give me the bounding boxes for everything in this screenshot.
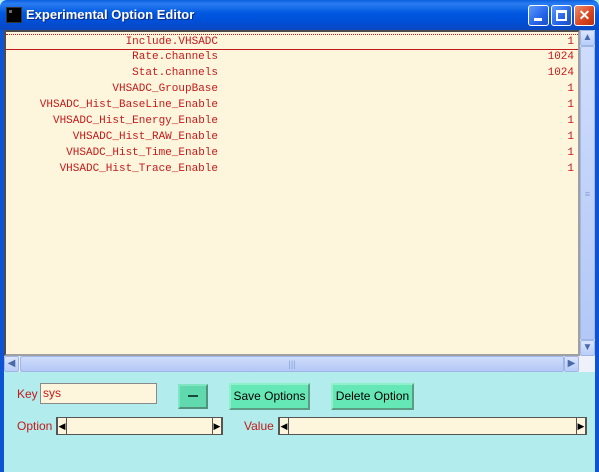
option-combo[interactable]: ◀ ▶: [56, 417, 223, 435]
option-right-arrow[interactable]: ▶: [212, 418, 222, 434]
option-key: VHSADC_Hist_Time_Enable: [66, 147, 218, 159]
option-left-arrow[interactable]: ◀: [57, 418, 67, 434]
list-item[interactable]: VHSADC_Hist_Time_Enable 1: [6, 146, 578, 162]
option-value: 1: [567, 115, 574, 127]
close-icon: ✕: [578, 7, 591, 23]
chevron-down-icon: ▼: [582, 342, 593, 353]
scroll-left-button[interactable]: ◀: [4, 356, 19, 372]
option-value: 1: [567, 147, 574, 159]
vertical-scroll-thumb[interactable]: ≡: [580, 46, 595, 340]
delete-option-button[interactable]: Delete Option: [331, 383, 414, 410]
chevron-right-icon: ▶: [577, 421, 585, 431]
option-key: Rate.channels: [132, 51, 218, 63]
option-key: Stat.channels: [132, 67, 218, 79]
horizontal-scrollbar[interactable]: ◀ ||| ▶: [4, 356, 580, 372]
window-title: Experimental Option Editor: [26, 7, 195, 22]
list-item[interactable]: VHSADC_Hist_BaseLine_Enable 1: [6, 98, 578, 114]
list-item[interactable]: Rate.channels 1024: [6, 50, 578, 66]
minimize-icon: [534, 18, 542, 21]
option-value: 1024: [547, 67, 574, 79]
window-frame-right: [595, 30, 599, 472]
list-item[interactable]: Include.VHSADC 1: [6, 34, 578, 50]
list-item[interactable]: VHSADC_GroupBase 1: [6, 82, 578, 98]
list-item[interactable]: VHSADC_Hist_Trace_Enable 1: [6, 162, 578, 178]
chevron-right-icon: ▶: [567, 358, 576, 369]
key-label: Key: [17, 387, 38, 401]
option-value: 1: [567, 83, 574, 95]
key-input[interactable]: sys: [40, 383, 157, 404]
chevron-right-icon: ▶: [213, 421, 221, 431]
chevron-up-icon: ▲: [582, 32, 593, 43]
option-key: VHSADC_GroupBase: [112, 83, 218, 95]
grip-icon: |||: [288, 359, 296, 369]
option-value: 1: [567, 163, 574, 175]
scroll-down-button[interactable]: ▼: [580, 340, 595, 356]
minimize-button[interactable]: [528, 5, 549, 26]
scroll-corner: [580, 356, 595, 372]
scroll-up-button[interactable]: ▲: [580, 30, 595, 46]
list-item[interactable]: Stat.channels 1024: [6, 66, 578, 82]
title-bar[interactable]: Experimental Option Editor ✕: [0, 0, 599, 30]
options-list[interactable]: Include.VHSADC 1 Rate.channels 1024 Stat…: [4, 30, 580, 356]
chevron-left-icon: ◀: [7, 358, 16, 369]
chevron-left-icon: ◀: [280, 421, 288, 431]
option-key: VHSADC_Hist_RAW_Enable: [72, 131, 218, 143]
key-dropdown-button[interactable]: [178, 384, 208, 409]
list-item[interactable]: VHSADC_Hist_RAW_Enable 1: [6, 130, 578, 146]
app-icon[interactable]: [6, 7, 22, 23]
maximize-button[interactable]: [551, 5, 572, 26]
option-key: VHSADC_Hist_BaseLine_Enable: [39, 99, 218, 111]
option-key: VHSADC_Hist_Trace_Enable: [59, 163, 218, 175]
option-value: 1: [567, 131, 574, 143]
maximize-icon: [556, 10, 567, 21]
value-label: Value: [244, 419, 274, 433]
option-key: VHSADC_Hist_Energy_Enable: [52, 115, 218, 127]
value-combo[interactable]: ◀ ▶: [278, 417, 587, 435]
vertical-scrollbar[interactable]: ▲ ≡ ▼: [580, 30, 595, 356]
option-label: Option: [17, 419, 53, 433]
option-key: Include.VHSADC: [125, 36, 218, 48]
value-right-arrow[interactable]: ▶: [576, 418, 586, 434]
dash-icon: [188, 395, 198, 398]
scroll-right-button[interactable]: ▶: [564, 356, 579, 372]
chevron-left-icon: ◀: [58, 421, 66, 431]
list-item[interactable]: VHSADC_Hist_Energy_Enable 1: [6, 114, 578, 130]
horizontal-scroll-thumb[interactable]: |||: [20, 356, 564, 372]
close-button[interactable]: ✕: [574, 5, 595, 26]
option-value: 1024: [547, 51, 574, 63]
option-value: 1: [567, 99, 574, 111]
grip-icon: ≡: [584, 189, 591, 199]
value-left-arrow[interactable]: ◀: [279, 418, 289, 434]
option-track[interactable]: [67, 418, 212, 434]
option-value: 1: [567, 36, 574, 48]
value-track[interactable]: [289, 418, 576, 434]
save-options-button[interactable]: Save Options: [229, 383, 310, 410]
